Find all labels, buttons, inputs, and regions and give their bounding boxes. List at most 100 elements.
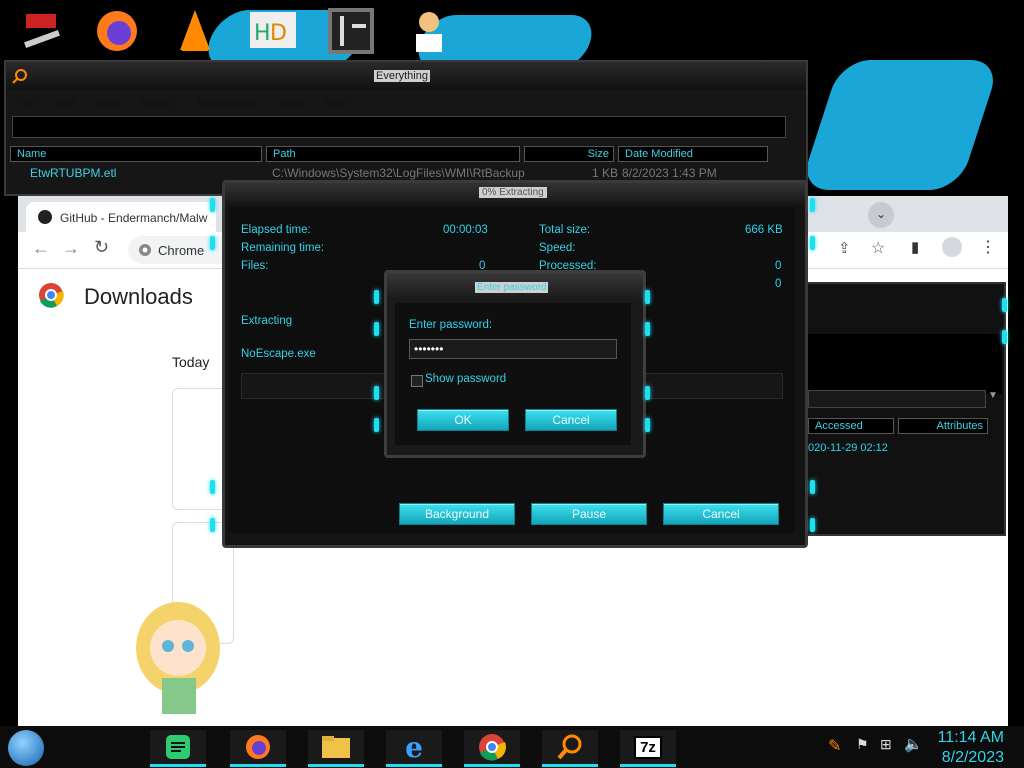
clock-date: 8/2/2023	[941, 749, 1004, 766]
frame-light	[1002, 330, 1007, 344]
frame-light	[210, 198, 215, 212]
tray-app-icon[interactable]: ✎	[828, 736, 841, 756]
dialog-title: Enter password	[475, 282, 549, 293]
frame-light	[645, 386, 650, 400]
menu-edit[interactable]: Edit	[55, 96, 76, 110]
elapsed-value: 00:00:03	[443, 224, 488, 236]
svg-text:H: H	[254, 21, 271, 46]
taskbar-file-explorer[interactable]	[308, 730, 364, 767]
clock-time: 11:14 AM	[937, 729, 1004, 746]
profile-avatar[interactable]	[942, 237, 962, 257]
chrome-logo-icon	[39, 283, 64, 308]
menu-kebab-icon[interactable]: ⋮	[980, 237, 996, 257]
frame-light	[810, 480, 815, 494]
taskbar: e 7z ✎ ⚑ ⊞ 🔈	[0, 726, 1024, 768]
frame-light	[1002, 298, 1007, 312]
chrome-icon	[139, 244, 151, 256]
volume-icon[interactable]: 🔈	[904, 735, 923, 753]
page-title: Downloads	[84, 284, 193, 309]
pause-button[interactable]: Pause	[531, 503, 647, 525]
ok-button[interactable]: OK	[417, 409, 509, 431]
menu-view[interactable]: View	[95, 96, 121, 110]
network-icon[interactable]: ⊞	[880, 736, 892, 753]
column-size[interactable]: Size	[524, 146, 614, 162]
bookmark-star-icon[interactable]: ☆	[871, 238, 885, 258]
window-title: Everything	[374, 70, 430, 82]
hxd-icon[interactable]: HD	[248, 6, 298, 56]
doctor-icon[interactable]	[404, 6, 454, 56]
file-path: C:\Windows\System32\LogFiles\WMI\RtBacku…	[272, 166, 525, 180]
search-icon	[12, 69, 27, 84]
wallpaper-stroke	[798, 60, 1002, 190]
panel-header	[808, 334, 1002, 394]
firefox-icon	[246, 735, 270, 759]
taskbar-firefox[interactable]	[230, 730, 286, 767]
password-label: Enter password:	[409, 319, 493, 331]
background-button[interactable]: Background	[399, 503, 515, 525]
tray-flag-icon[interactable]: ⚑	[856, 736, 869, 753]
svg-text:D: D	[270, 21, 287, 46]
vlc-icon[interactable]	[170, 6, 220, 56]
system-clock[interactable]: 11:14 AM 8/2/2023	[938, 728, 1004, 768]
frame-light	[374, 290, 379, 304]
desktop-icon-tools[interactable]	[18, 6, 68, 56]
remaining-label: Remaining time:	[241, 242, 325, 254]
taskbar-everything[interactable]	[542, 730, 598, 767]
dropdown-arrow-icon[interactable]: ▼	[988, 390, 998, 401]
menu-help[interactable]: Help	[324, 96, 349, 110]
back-icon[interactable]: ←	[32, 238, 50, 259]
show-password-label[interactable]: Show password	[425, 373, 506, 385]
start-button[interactable]	[8, 730, 44, 766]
window-title: 0% Extracting	[479, 187, 547, 198]
menu-file[interactable]: File	[16, 96, 35, 110]
firefox-icon[interactable]	[92, 6, 142, 56]
path-dropdown[interactable]	[808, 390, 986, 408]
status-text: Extracting	[241, 315, 293, 327]
everything-window: Everything File Edit View Search Bookmar…	[4, 60, 808, 196]
github-icon	[38, 210, 52, 224]
frame-light	[645, 322, 650, 336]
cancel-button[interactable]: Cancel	[663, 503, 779, 525]
column-date-modified[interactable]: Date Modified	[618, 146, 768, 162]
menu-tools[interactable]: Tools	[276, 96, 304, 110]
column-accessed[interactable]: Accessed	[808, 418, 894, 434]
chrome-icon	[479, 734, 506, 761]
taskbar-chrome[interactable]	[464, 730, 520, 767]
accessed-date: 020-11-29 02:12	[808, 442, 888, 454]
taskbar-spotify[interactable]	[150, 730, 206, 767]
file-date: 8/2/2023 1:43 PM	[622, 166, 717, 180]
search-input[interactable]	[12, 116, 786, 138]
frame-light	[810, 198, 815, 212]
file-explorer-panel: ▼ Accessed Attributes 020-11-29 02:12	[806, 282, 1006, 536]
file-size: 1 KB	[592, 166, 619, 180]
frame-light	[210, 236, 215, 250]
cancel-button[interactable]: Cancel	[525, 409, 617, 431]
character-sticker	[136, 602, 220, 714]
internet-explorer-icon: e	[405, 730, 423, 764]
menu-bookmarks[interactable]: Bookmarks	[197, 96, 257, 110]
frame-light	[645, 418, 650, 432]
password-input[interactable]: •••••••	[409, 339, 617, 359]
frame-light	[810, 518, 815, 532]
folder-icon	[322, 736, 350, 758]
side-panel-icon[interactable]: ▮	[911, 238, 919, 256]
frame-light	[374, 322, 379, 336]
file-name[interactable]: EtwRTUBPM.etl	[30, 166, 116, 180]
password-dialog: Enter password Enter password: ••••••• S…	[384, 270, 646, 458]
maze-icon[interactable]	[326, 6, 376, 56]
processed-value: 0	[775, 260, 782, 272]
total-size-value: 666 KB	[745, 224, 783, 236]
column-name[interactable]: Name	[10, 146, 262, 162]
show-password-checkbox[interactable]	[411, 375, 423, 387]
forward-icon[interactable]: →	[62, 238, 80, 259]
taskbar-7zip[interactable]: 7z	[620, 730, 676, 767]
reload-icon[interactable]: ↻	[94, 237, 109, 258]
tab-search-button[interactable]: ⌄	[868, 202, 894, 228]
share-icon[interactable]: ⇪	[838, 239, 851, 257]
menu-search[interactable]: Search	[140, 96, 178, 110]
column-path[interactable]: Path	[266, 146, 520, 162]
column-attributes[interactable]: Attributes	[898, 418, 988, 434]
taskbar-ie[interactable]: e	[386, 730, 442, 767]
tab-github[interactable]: GitHub - Endermanch/Malw	[26, 202, 216, 232]
frame-light	[810, 236, 815, 250]
